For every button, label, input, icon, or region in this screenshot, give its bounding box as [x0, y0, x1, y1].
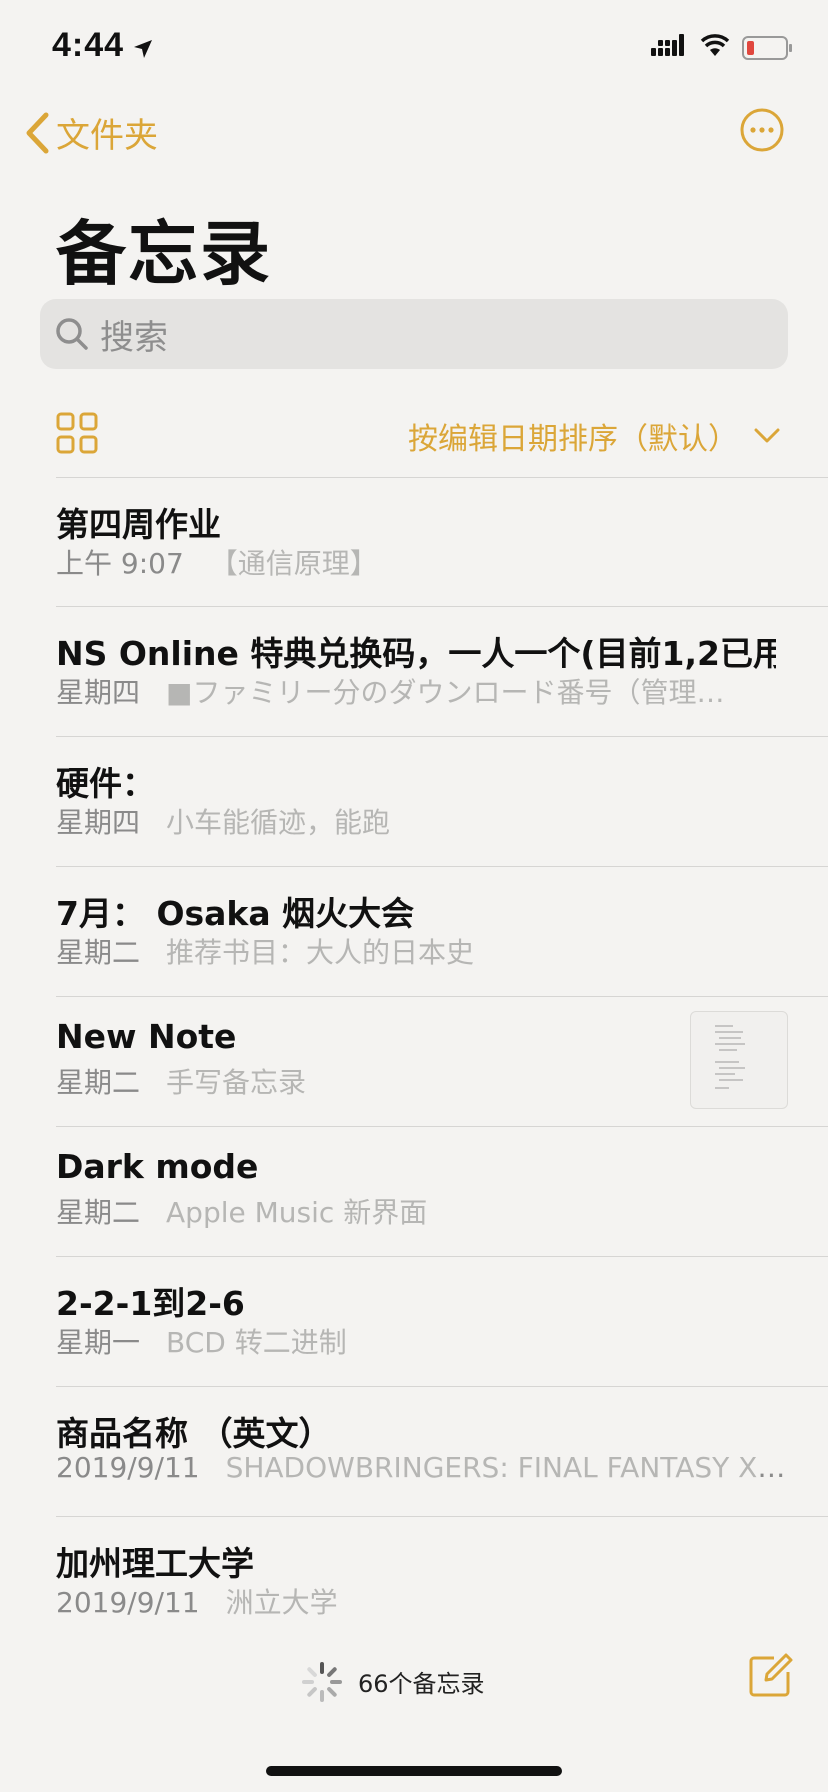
- back-label: 文件夹: [56, 116, 158, 156]
- notes-count: 66个备忘录: [358, 1670, 485, 1698]
- note-subtitle: 上午 9:07 【通信原理】: [56, 542, 378, 582]
- status-time: 4:44: [52, 26, 125, 64]
- grid-view-button[interactable]: [56, 412, 98, 458]
- note-preview: 洲立大学: [225, 1586, 338, 1619]
- note-title: 第四周作业: [56, 505, 221, 544]
- note-title: New Note: [56, 1017, 237, 1056]
- note-row[interactable]: 加州理工大学 2019/9/11 洲立大学: [56, 1517, 828, 1647]
- note-preview: 【通信原理】: [209, 547, 378, 580]
- home-indicator[interactable]: [266, 1766, 562, 1776]
- note-title: NS Online 特典兑换码，一人一个(目前1,2已用: [56, 634, 776, 673]
- signal-icon: [651, 34, 687, 62]
- back-button[interactable]: 文件夹: [24, 108, 158, 157]
- note-preview: 手写备忘录: [166, 1066, 307, 1099]
- note-preview: 推荐书目：大人的日本史: [166, 936, 475, 969]
- compose-icon: [749, 1653, 793, 1697]
- note-row[interactable]: Dark mode 星期二 Apple Music 新界面: [56, 1127, 828, 1257]
- note-subtitle: 星期四 小车能循迹，能跑: [56, 801, 390, 841]
- note-row[interactable]: 2-2-1到2-6 星期一 BCD 转二进制: [56, 1257, 828, 1387]
- note-subtitle: 2019/9/11 SHADOWBRINGERS: FINAL FANTASY X…: [56, 1451, 786, 1484]
- grid-icon: [56, 412, 98, 454]
- note-title: 2-2-1到2-6: [56, 1284, 245, 1323]
- note-subtitle: 星期四 ■ファミリー分のダウンロード番号（管理…: [56, 671, 724, 711]
- note-date: 2019/9/11: [56, 1586, 200, 1619]
- note-date: 星期二: [56, 1196, 141, 1229]
- more-button[interactable]: [740, 108, 784, 156]
- note-date: 星期四: [56, 806, 141, 839]
- page-title: 备忘录: [56, 213, 272, 295]
- note-row[interactable]: 7月： Osaka 烟火大会 星期二 推荐书目：大人的日本史: [56, 867, 828, 997]
- note-date: 星期一: [56, 1326, 141, 1359]
- note-date: 上午 9:07: [56, 547, 184, 580]
- sort-label: 按编辑日期排序（默认）: [408, 422, 738, 457]
- note-subtitle: 星期一 BCD 转二进制: [56, 1321, 347, 1361]
- note-row[interactable]: New Note 星期二 手写备忘录: [56, 997, 828, 1127]
- note-subtitle: 2019/9/11 洲立大学: [56, 1581, 338, 1621]
- note-title: Dark mode: [56, 1147, 259, 1186]
- search-icon: [56, 318, 88, 350]
- note-title: 硬件：: [56, 764, 155, 803]
- note-preview: ■ファミリー分のダウンロード番号（管理…: [166, 676, 725, 709]
- chevron-down-icon: [754, 428, 780, 443]
- wifi-icon: [700, 34, 730, 62]
- search-field[interactable]: 搜索: [40, 299, 788, 369]
- note-row[interactable]: NS Online 特典兑换码，一人一个(目前1,2已用 星期四 ■ファミリー分の…: [56, 607, 828, 737]
- note-subtitle: 星期二 Apple Music 新界面: [56, 1191, 427, 1231]
- compose-button[interactable]: [748, 1652, 794, 1702]
- more-icon: [740, 108, 784, 152]
- note-title: 加州理工大学: [56, 1544, 254, 1583]
- spinner-icon: [300, 1660, 344, 1708]
- location-arrow-icon: [132, 38, 154, 64]
- note-date: 星期四: [56, 676, 141, 709]
- note-title: 7月： Osaka 烟火大会: [56, 894, 415, 933]
- sort-button[interactable]: 按编辑日期排序（默认）: [408, 414, 780, 458]
- note-row[interactable]: 硬件： 星期四 小车能循迹，能跑: [56, 737, 828, 867]
- note-preview: SHADOWBRINGERS: FINAL FANTASY XI...: [225, 1451, 786, 1484]
- note-preview: 小车能循迹，能跑: [166, 806, 391, 839]
- note-row[interactable]: 商品名称 （英文） 2019/9/11 SHADOWBRINGERS: FINAL…: [56, 1387, 828, 1517]
- note-row[interactable]: 第四周作业 上午 9:07 【通信原理】: [56, 478, 828, 608]
- note-preview: BCD 转二进制: [166, 1326, 347, 1359]
- note-date: 星期二: [56, 1066, 141, 1099]
- battery-icon: [742, 36, 794, 64]
- note-subtitle: 星期二 推荐书目：大人的日本史: [56, 931, 474, 971]
- note-title: 商品名称 （英文）: [56, 1414, 332, 1453]
- note-thumbnail: [690, 1011, 788, 1109]
- note-date: 星期二: [56, 936, 141, 969]
- note-date: 2019/9/11: [56, 1451, 200, 1484]
- note-subtitle: 星期二 手写备忘录: [56, 1061, 306, 1101]
- chevron-left-icon: [26, 112, 49, 153]
- note-preview: Apple Music 新界面: [166, 1196, 428, 1229]
- search-placeholder: 搜索: [100, 317, 168, 358]
